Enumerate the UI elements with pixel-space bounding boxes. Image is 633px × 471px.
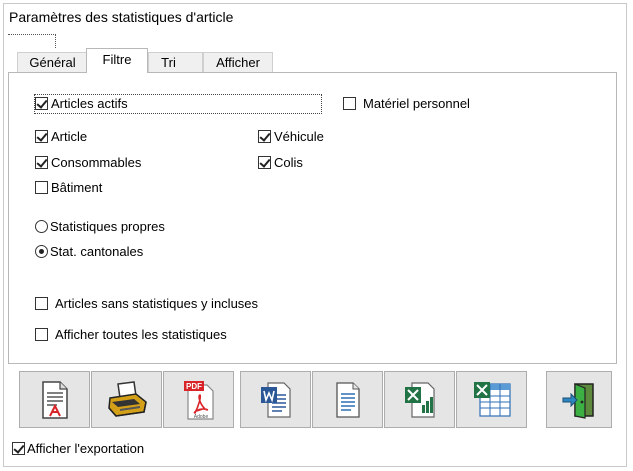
radio-stat-cantonales[interactable]: Stat. cantonales xyxy=(35,244,143,259)
pdf-adobe-icon: PDF Adobe xyxy=(183,380,214,420)
checkbox-materiel-personnel-box[interactable] xyxy=(343,97,356,110)
batiment-checkbox[interactable]: Bâtiment xyxy=(35,180,102,195)
exit-button[interactable] xyxy=(546,371,612,428)
consommables-label: Consommables xyxy=(51,155,142,170)
stat-cantonales-label: Stat. cantonales xyxy=(50,244,144,259)
export-pdf-button[interactable]: PDF Adobe xyxy=(163,371,234,428)
articles-actifs-checkbox[interactable]: Articles actifs xyxy=(35,96,128,111)
export-word-button[interactable] xyxy=(240,371,311,428)
tab-filtre-label: Filtre xyxy=(102,52,132,67)
radio-statistiques-propres[interactable]: Statistiques propres xyxy=(35,219,165,234)
tab-tri-label: Tri xyxy=(161,55,176,70)
excel-grid-icon xyxy=(473,381,511,417)
articles-actifs-label: Articles actifs xyxy=(51,96,128,111)
tab-general-label: Général xyxy=(29,55,76,70)
vehicule-checkbox[interactable]: Véhicule xyxy=(258,129,324,144)
article-checkbox[interactable]: Article xyxy=(35,129,87,144)
afficher-toutes-checkbox[interactable]: Afficher toutes les statistiques xyxy=(35,327,227,342)
document-pdf-report-icon xyxy=(41,380,68,419)
articles-sans-statistiques-label: Articles sans statistiques y incluses xyxy=(55,296,259,311)
tab-filtre[interactable]: Filtre xyxy=(86,48,148,73)
adobe-caption-text: Adobe xyxy=(193,414,208,420)
materiel-personnel-checkbox[interactable]: Matériel personnel xyxy=(343,96,470,111)
checkbox-consommables-box[interactable] xyxy=(35,156,48,169)
checkbox-articles-actifs-box[interactable] xyxy=(35,97,48,110)
tab-tri[interactable]: Tri xyxy=(148,52,203,72)
colis-label: Colis xyxy=(274,155,303,170)
checkbox-articles-sans-statistiques-box[interactable] xyxy=(35,297,48,310)
export-excel-grid-button[interactable] xyxy=(456,371,527,428)
pdf-badge-text: PDF xyxy=(186,382,202,391)
word-document-icon xyxy=(260,381,291,418)
materiel-personnel-label: Matériel personnel xyxy=(363,96,470,111)
tab-general[interactable]: Général xyxy=(17,52,88,72)
window-title: Paramètres des statistiques d'article xyxy=(9,9,234,25)
printer-icon xyxy=(107,380,147,417)
title-separator xyxy=(8,34,56,35)
text-document-icon xyxy=(335,381,360,418)
checkbox-batiment-box[interactable] xyxy=(35,181,48,194)
tab-afficher-label: Afficher xyxy=(216,55,260,70)
checkbox-colis-box[interactable] xyxy=(258,156,271,169)
radio-statistiques-propres-dot[interactable] xyxy=(35,220,48,233)
afficher-toutes-label: Afficher toutes les statistiques xyxy=(55,327,227,342)
article-label: Article xyxy=(51,129,88,144)
filter-panel xyxy=(8,72,617,364)
title-separator-vertical xyxy=(55,34,56,48)
excel-chart-icon xyxy=(404,381,435,418)
consommables-checkbox[interactable]: Consommables xyxy=(35,155,141,170)
checkbox-article-box[interactable] xyxy=(35,130,48,143)
export-text-button[interactable] xyxy=(312,371,383,428)
export-excel-chart-button[interactable] xyxy=(384,371,455,428)
checkbox-vehicule-box[interactable] xyxy=(258,130,271,143)
print-button[interactable] xyxy=(91,371,162,428)
batiment-label: Bâtiment xyxy=(51,180,103,195)
statistiques-propres-label: Statistiques propres xyxy=(50,219,165,234)
radio-stat-cantonales-dot[interactable] xyxy=(35,245,48,258)
checkbox-afficher-exportation-box[interactable] xyxy=(12,442,25,455)
exit-door-icon xyxy=(562,382,594,419)
articles-sans-statistiques-checkbox[interactable]: Articles sans statistiques y incluses xyxy=(35,296,258,311)
tab-afficher[interactable]: Afficher xyxy=(203,52,273,72)
vehicule-label: Véhicule xyxy=(274,129,324,144)
afficher-exportation-label: Afficher l'exportation xyxy=(27,441,145,456)
colis-checkbox[interactable]: Colis xyxy=(258,155,303,170)
report-button[interactable] xyxy=(19,371,90,428)
checkbox-afficher-toutes-box[interactable] xyxy=(35,328,48,341)
afficher-exportation-checkbox[interactable]: Afficher l'exportation xyxy=(12,441,144,456)
